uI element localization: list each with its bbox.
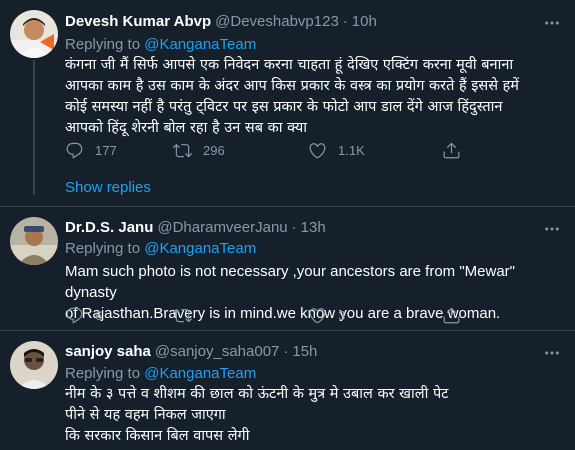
replies-feed: Devesh Kumar Abvp @Deveshabvp123 · 10h Repl… <box>0 0 575 450</box>
retweet-icon <box>173 141 192 160</box>
retweet-icon <box>173 306 192 325</box>
timestamp[interactable]: 13h <box>301 219 326 236</box>
author-name[interactable]: Dr.D.S. Janu <box>65 219 153 236</box>
author-handle[interactable]: @sanjoy_saha007 <box>155 343 279 360</box>
avatar[interactable] <box>10 217 58 265</box>
replying-to-label: Replying to <box>65 36 145 53</box>
like-count: 3 <box>338 307 346 323</box>
avatar[interactable] <box>10 341 58 389</box>
author-handle[interactable]: @Deveshabvp123 <box>215 13 339 30</box>
tweet-header: Devesh Kumar Abvp @Deveshabvp123 · 10h <box>65 12 535 32</box>
tweet-text: कंगना जी मैं सिर्फ आपसे एक निवेदन करना च… <box>65 57 519 136</box>
more-icon[interactable] <box>543 14 561 32</box>
author-name[interactable]: Devesh Kumar Abvp <box>65 13 211 30</box>
more-icon[interactable] <box>543 344 561 362</box>
share-button[interactable] <box>442 141 461 160</box>
separator-dot: · <box>342 13 348 30</box>
like-button[interactable]: 3 <box>308 306 442 325</box>
retweet-button[interactable]: 296 <box>173 141 308 160</box>
author-handle[interactable]: @DharamveerJanu <box>157 219 287 236</box>
reply-button[interactable]: 177 <box>65 141 173 160</box>
reply-icon <box>65 306 84 325</box>
reply-count: 6 <box>95 307 103 323</box>
separator-dot: · <box>291 219 297 236</box>
avatar[interactable] <box>10 10 58 58</box>
replying-to: Replying to @KanganaTeam <box>65 239 256 259</box>
like-button[interactable]: 1.1K <box>308 141 442 160</box>
retweet-button[interactable] <box>173 306 308 325</box>
share-icon <box>442 141 461 160</box>
more-icon[interactable] <box>543 220 561 238</box>
thread-line <box>33 60 35 195</box>
retweet-count: 296 <box>203 142 225 158</box>
tweet-header: sanjoy saha @sanjoy_saha007 · 15h <box>65 342 535 362</box>
share-button[interactable] <box>442 306 461 325</box>
action-bar: 177 296 1.1K <box>65 140 495 160</box>
reply-tweet[interactable]: Devesh Kumar Abvp @Deveshabvp123 · 10h Repl… <box>0 0 575 205</box>
show-replies-link[interactable]: Show replies <box>65 178 151 198</box>
replying-to: Replying to @KanganaTeam <box>65 35 256 55</box>
mention-link[interactable]: @KanganaTeam <box>144 240 256 257</box>
action-bar: 6 3 <box>65 305 495 325</box>
timestamp[interactable]: 10h <box>352 13 377 30</box>
separator-dot: · <box>283 343 289 360</box>
reply-icon <box>65 141 84 160</box>
heart-icon <box>308 306 327 325</box>
share-icon <box>442 306 461 325</box>
reply-button[interactable]: 6 <box>65 306 173 325</box>
reply-count: 177 <box>95 142 117 158</box>
mention-link[interactable]: @KanganaTeam <box>144 36 256 53</box>
tweet-text: नीम के ३ पत्ते व शीशम की छाल को ऊंटनी के… <box>65 386 449 444</box>
timestamp[interactable]: 15h <box>292 343 317 360</box>
heart-icon <box>308 141 327 160</box>
mention-link[interactable]: @KanganaTeam <box>144 365 256 382</box>
replying-to-label: Replying to <box>65 365 145 382</box>
author-name[interactable]: sanjoy saha <box>65 343 151 360</box>
tweet-header: Dr.D.S. Janu @DharamveerJanu · 13h <box>65 218 535 238</box>
reply-tweet[interactable]: sanjoy saha @sanjoy_saha007 · 15h Replying … <box>0 331 575 450</box>
replying-to: Replying to @KanganaTeam <box>65 364 256 384</box>
replying-to-label: Replying to <box>65 240 145 257</box>
like-count: 1.1K <box>338 142 365 158</box>
reply-tweet[interactable]: Dr.D.S. Janu @DharamveerJanu · 13h Replying… <box>0 207 575 329</box>
